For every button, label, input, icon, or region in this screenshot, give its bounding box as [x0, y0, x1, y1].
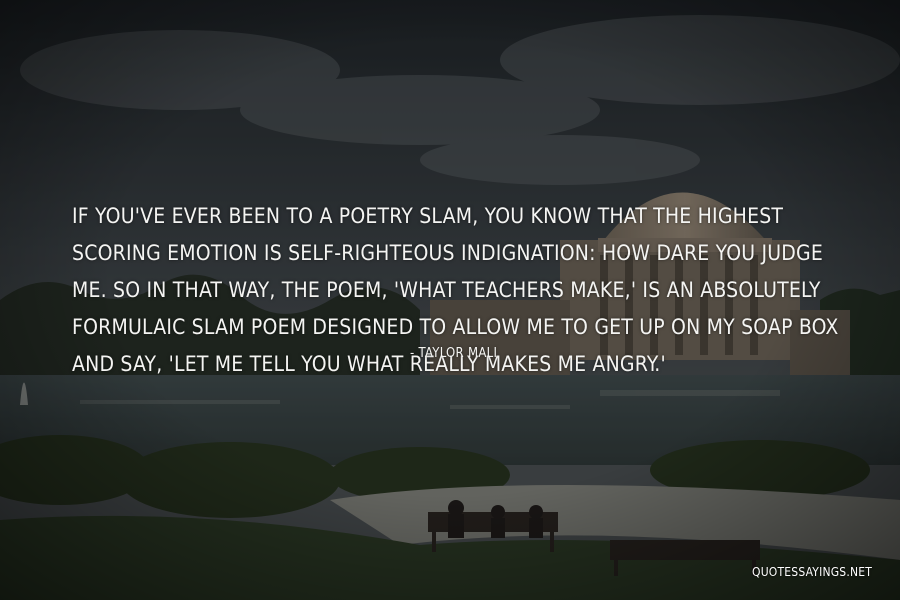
site-watermark: QUOTESSAYINGS.NET — [752, 565, 873, 579]
quote-author: - Taylor Mali — [410, 346, 498, 361]
